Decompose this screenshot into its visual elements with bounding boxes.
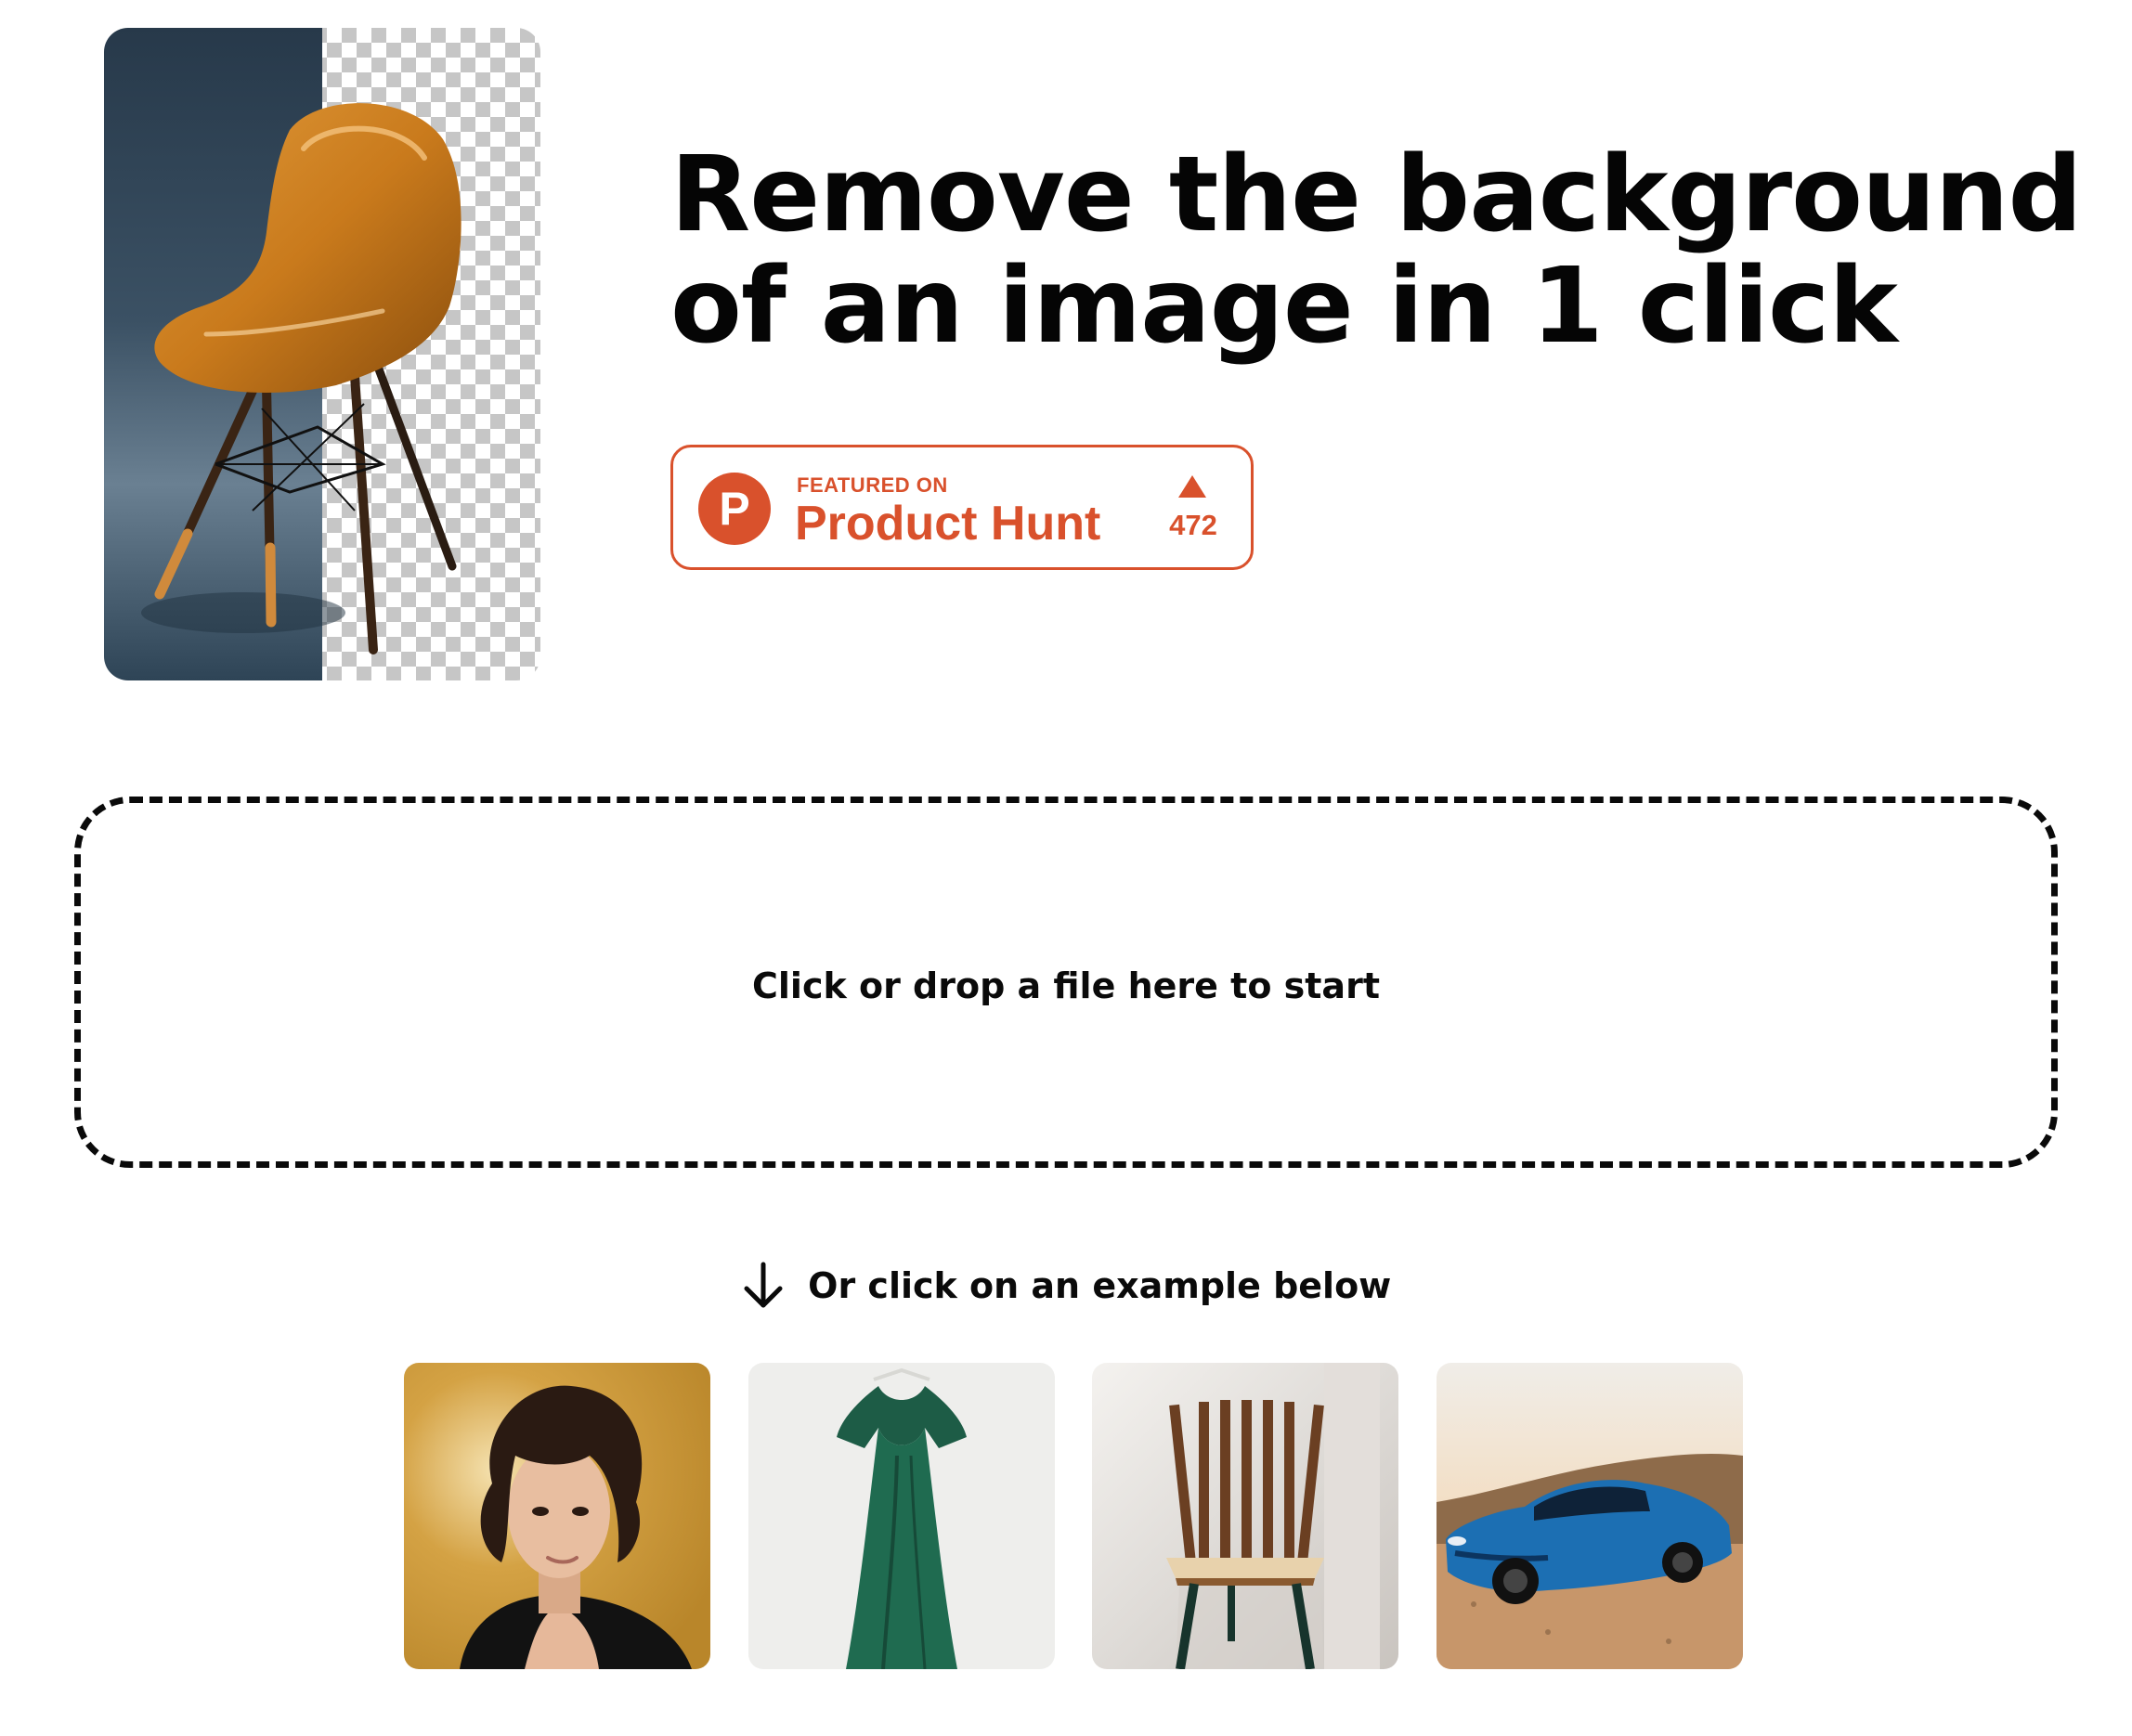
product-hunt-logo-icon: P	[698, 473, 771, 545]
upvote-count: 472	[1169, 509, 1217, 541]
example-portrait-image[interactable]	[404, 1363, 710, 1669]
product-hunt-featured-label: FEATURED ON	[797, 473, 948, 497]
product-hunt-badge[interactable]: P FEATURED ON Product Hunt 472	[670, 445, 1254, 570]
example-dress-image[interactable]	[748, 1363, 1055, 1669]
examples-hint-text: Or click on an example below	[808, 1265, 1392, 1306]
example-car-image[interactable]	[1436, 1363, 1743, 1669]
examples-hint: Or click on an example below	[0, 1261, 2132, 1311]
upvote-triangle-icon	[1178, 475, 1206, 498]
title-line-2: of an image in 1 click	[670, 246, 1898, 367]
example-gallery	[0, 1363, 2132, 1669]
dropzone-label: Click or drop a file here to start	[752, 965, 1380, 1006]
hero-chair-image	[104, 28, 540, 680]
arrow-down-icon	[744, 1262, 783, 1308]
product-hunt-name: Product Hunt	[795, 497, 1101, 551]
page-title: Remove the background of an image in 1 c…	[670, 135, 2083, 367]
title-line-1: Remove the background	[670, 135, 2083, 255]
example-chair-image[interactable]	[1092, 1363, 1398, 1669]
file-dropzone[interactable]: Click or drop a file here to start	[74, 797, 2058, 1168]
